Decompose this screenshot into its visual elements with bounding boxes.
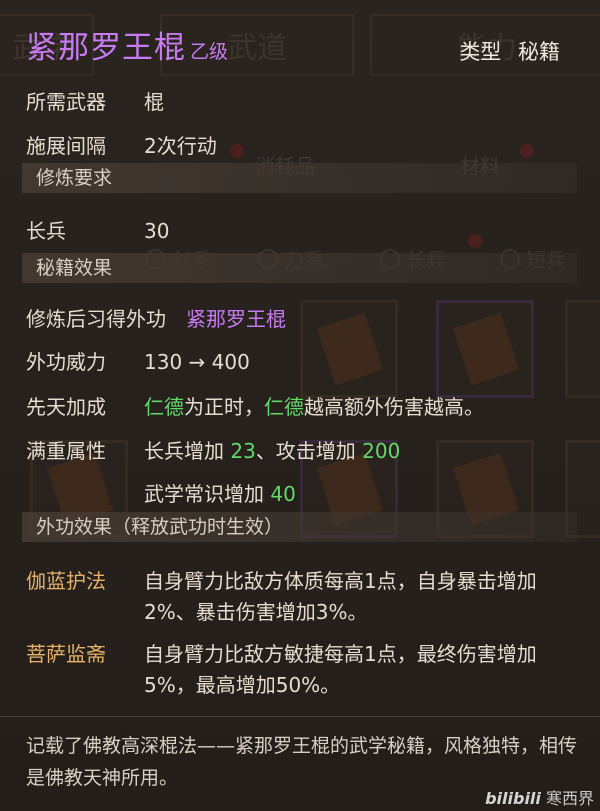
bg-item-slot xyxy=(436,300,534,398)
bg-notification-dot xyxy=(230,144,244,158)
bg-notification-dot xyxy=(468,234,482,248)
innate-bonus-row: 先天加成 仁德为正时，仁德越高额外伤害越高。 xyxy=(26,395,484,419)
required-weapon-row: 所需武器棍 xyxy=(26,90,164,114)
bg-item-slot xyxy=(300,300,398,398)
item-title: 紧那罗王棍 xyxy=(26,30,186,66)
skill-row: 伽蓝护法 自身臂力比敌方体质每高1点，自身暴击增加 xyxy=(26,565,537,594)
bg-item-slot xyxy=(565,300,600,398)
bilibili-logo: bilibili xyxy=(485,789,541,808)
requirement-row: 长兵 30 xyxy=(26,219,170,243)
skill-name: 伽蓝护法 xyxy=(26,569,106,593)
item-tooltip: 武学 武道 能力 消耗品 材料 剑系 刀系 长兵 短兵 紧那罗王棍 乙级 类型 … xyxy=(0,0,600,811)
watermark: bilibili 寒西界 xyxy=(485,789,594,808)
skill-row-cont: 2%、暴击伤害增加3%。 xyxy=(144,600,368,624)
type-label: 类型 xyxy=(459,40,502,64)
skill-name: 菩萨监斋 xyxy=(26,642,106,666)
effect-section-header: 秘籍效果 xyxy=(22,253,577,283)
item-title-row: 紧那罗王棍 乙级 xyxy=(26,22,228,70)
skill-effect-section-header: 外功效果（释放武功时生效） xyxy=(22,512,577,542)
divider xyxy=(0,716,600,717)
full-weight-row-2: 武学常识增加 40 xyxy=(144,482,296,506)
skill-row: 菩萨监斋 自身臂力比敌方敏捷每高1点，最终伤害增加 xyxy=(26,638,537,667)
learn-row: 修炼后习得外功 紧那罗王棍 xyxy=(26,307,286,331)
full-weight-row: 满重属性 长兵增加 23、攻击增加 200 xyxy=(26,439,401,463)
requirement-section-header: 修炼要求 xyxy=(22,163,577,193)
item-type: 类型 秘籍 xyxy=(449,36,560,66)
power-row: 外功威力 130 → 400 xyxy=(26,350,250,374)
item-grade: 乙级 xyxy=(190,41,229,63)
skill-row-cont: 5%，最高增加50%。 xyxy=(144,673,341,697)
type-value: 秘籍 xyxy=(518,40,560,64)
cast-interval-row: 施展间隔 2次行动 xyxy=(26,134,217,158)
bg-notification-dot xyxy=(520,144,534,158)
